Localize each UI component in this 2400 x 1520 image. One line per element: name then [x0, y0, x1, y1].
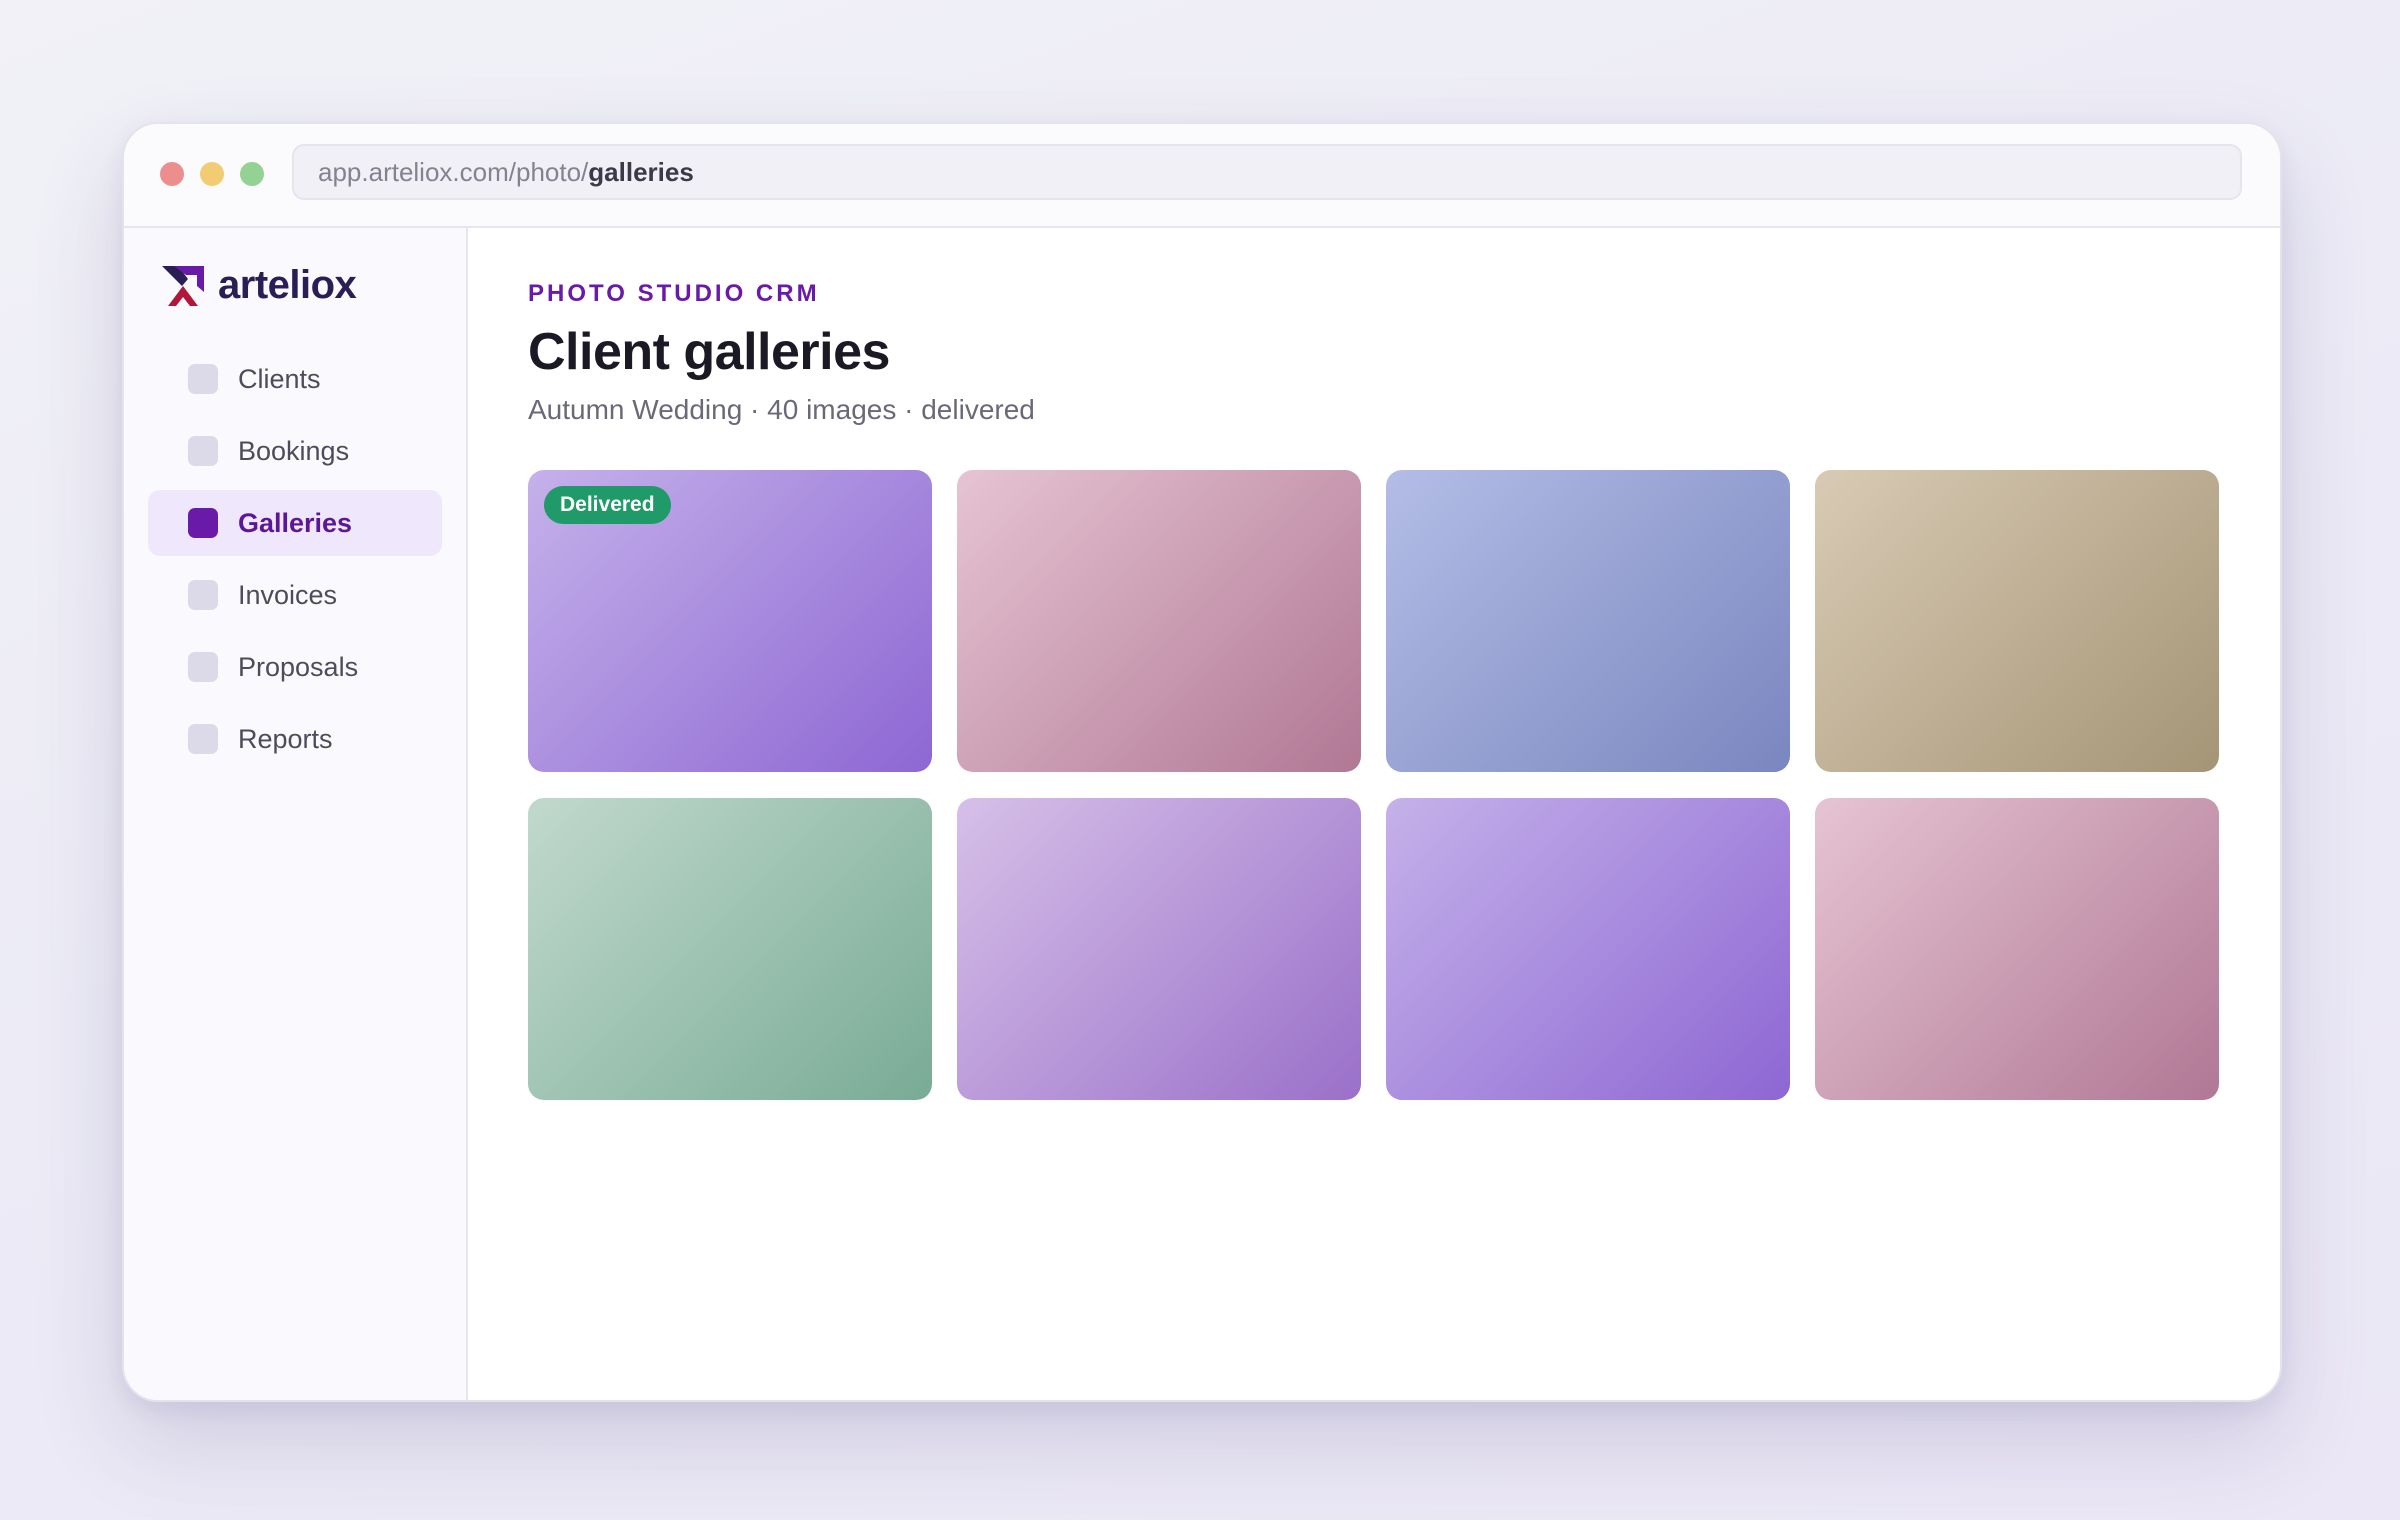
sidebar-item-invoices[interactable]: Invoices	[148, 562, 442, 628]
galleries-icon	[188, 508, 218, 538]
url-base: app.arteliox.com/photo/	[318, 156, 589, 187]
proposals-icon	[188, 652, 218, 682]
sidebar-nav: Clients Bookings Galleries Invoices Prop…	[148, 346, 442, 778]
sidebar: arteliox Clients Bookings Galleries Invo…	[124, 228, 468, 1400]
brand-name: arteliox	[218, 262, 357, 307]
window-maximize-button[interactable]	[240, 162, 264, 186]
url-path: galleries	[588, 156, 694, 187]
sidebar-item-label: Galleries	[238, 507, 353, 538]
gallery-thumbnail[interactable]	[528, 798, 932, 1100]
browser-titlebar: app.arteliox.com/photo/galleries	[124, 124, 2280, 228]
gallery-thumbnail[interactable]	[1815, 470, 2219, 772]
sidebar-item-label: Proposals	[238, 651, 359, 682]
clients-icon	[188, 364, 218, 394]
brand-logo[interactable]: arteliox	[160, 262, 357, 308]
gallery-thumbnail[interactable]: Delivered	[528, 470, 932, 772]
sidebar-item-galleries[interactable]: Galleries	[148, 490, 442, 556]
gallery-grid: Delivered	[528, 470, 2220, 1100]
arteliox-logo-icon	[160, 262, 206, 308]
gallery-thumbnail[interactable]	[957, 470, 1361, 772]
reports-icon	[188, 724, 218, 754]
sidebar-item-bookings[interactable]: Bookings	[148, 418, 442, 484]
sidebar-item-label: Bookings	[238, 435, 350, 466]
sidebar-item-label: Reports	[238, 723, 333, 754]
main-content: PHOTO STUDIO CRM Client galleries Autumn…	[468, 228, 2280, 1400]
invoices-icon	[188, 580, 218, 610]
page-title: Client galleries	[528, 323, 890, 381]
sidebar-item-proposals[interactable]: Proposals	[148, 634, 442, 700]
section-eyebrow: PHOTO STUDIO CRM	[528, 280, 820, 307]
gallery-thumbnail[interactable]	[1386, 798, 1790, 1100]
sidebar-item-clients[interactable]: Clients	[148, 346, 442, 412]
delivered-badge: Delivered	[544, 486, 671, 524]
sidebar-item-label: Clients	[238, 363, 321, 394]
window-close-button[interactable]	[160, 162, 184, 186]
sidebar-item-label: Invoices	[238, 579, 338, 610]
gallery-summary: Autumn Wedding · 40 images · delivered	[528, 394, 1035, 425]
address-bar[interactable]: app.arteliox.com/photo/galleries	[292, 144, 2242, 200]
gallery-thumbnail[interactable]	[1815, 798, 2219, 1100]
browser-window: app.arteliox.com/photo/galleries artelio…	[122, 122, 2282, 1402]
bookings-icon	[188, 436, 218, 466]
window-minimize-button[interactable]	[200, 162, 224, 186]
gallery-thumbnail[interactable]	[1386, 470, 1790, 772]
sidebar-item-reports[interactable]: Reports	[148, 706, 442, 772]
gallery-thumbnail[interactable]	[957, 798, 1361, 1100]
